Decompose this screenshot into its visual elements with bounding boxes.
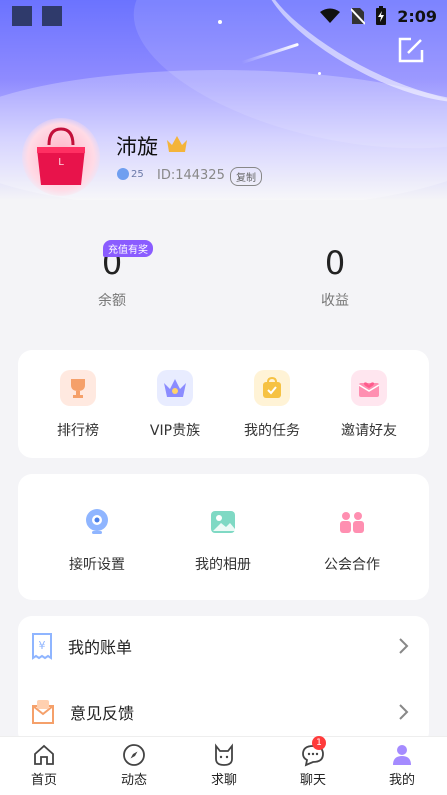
nav-chat-label: 聊天 <box>299 773 326 788</box>
user-id: ID:144325 <box>157 168 225 183</box>
bill-icon: ¥ <box>32 633 52 660</box>
answer-settings-label: 接听设置 <box>69 557 125 573</box>
notification-icon <box>12 6 32 26</box>
edit-icon <box>398 37 424 63</box>
trophy-icon <box>60 370 96 406</box>
user-name: 沛旋 <box>116 135 158 159</box>
battery-charging-icon <box>376 6 387 25</box>
level-badge: 25 <box>117 168 144 180</box>
ranking-label: 排行榜 <box>57 423 99 439</box>
bottom-navigation: 首页 动态 求聊 聊天 我的 <box>0 736 447 795</box>
edit-profile-button[interactable] <box>397 36 425 64</box>
nav-home-label: 首页 <box>30 773 57 788</box>
feedback-label: 意见反馈 <box>70 704 135 723</box>
svg-text:¥: ¥ <box>39 639 46 652</box>
guild-cooperation-label: 公会合作 <box>324 557 380 573</box>
notification-icon <box>42 6 62 26</box>
handbag-avatar-icon: L <box>37 127 85 185</box>
task-bag-icon <box>254 370 290 406</box>
my-bill-row[interactable]: ¥ 我的账单 <box>30 626 420 666</box>
vip-button[interactable]: VIP贵族 <box>135 370 215 440</box>
camera-icon <box>79 504 115 540</box>
my-album-label: 我的相册 <box>195 557 251 573</box>
home-icon <box>34 744 54 765</box>
my-album-button[interactable]: 我的相册 <box>178 504 268 574</box>
services-card: 接听设置 我的相册 公会合作 <box>18 474 429 600</box>
no-sim-icon <box>351 8 366 25</box>
wifi-icon <box>320 8 341 23</box>
compass-icon <box>123 744 145 766</box>
income-stat[interactable]: 0 收益 <box>275 244 395 310</box>
star-decor <box>318 72 321 75</box>
level-icon <box>117 168 129 180</box>
invite-friends-label: 邀请好友 <box>341 423 397 439</box>
chat-unread-badge: 1 <box>312 736 326 750</box>
level-value: 25 <box>131 168 144 180</box>
my-tasks-button[interactable]: 我的任务 <box>232 370 312 440</box>
person-icon <box>393 745 411 765</box>
answer-settings-button[interactable]: 接听设置 <box>52 504 142 574</box>
nav-moments-label: 动态 <box>120 773 147 788</box>
nav-mine[interactable]: 我的 <box>372 743 432 788</box>
avatar[interactable]: L <box>22 118 100 196</box>
chevron-right-icon <box>399 704 409 720</box>
ranking-button[interactable]: 排行榜 <box>38 370 118 440</box>
svg-text:L: L <box>58 157 64 168</box>
status-time: 2:09 <box>397 6 437 26</box>
nav-seek-chat[interactable]: 求聊 <box>194 743 254 788</box>
crown-icon <box>157 370 193 406</box>
vip-label: VIP贵族 <box>149 423 201 439</box>
nav-home[interactable]: 首页 <box>14 743 74 788</box>
balance-label: 余额 <box>98 293 126 309</box>
feedback-icon <box>32 700 54 724</box>
nav-chat[interactable]: 聊天 <box>283 743 343 788</box>
my-tasks-label: 我的任务 <box>244 423 300 439</box>
income-label: 收益 <box>321 293 349 309</box>
chevron-right-icon <box>399 638 409 654</box>
crown-icon <box>167 136 187 152</box>
status-bar: 2:09 <box>0 0 447 32</box>
nav-moments[interactable]: 动态 <box>104 743 164 788</box>
invite-mail-icon <box>351 370 387 406</box>
feedback-row[interactable]: 意见反馈 <box>30 692 420 732</box>
guild-cooperation-button[interactable]: 公会合作 <box>307 504 397 574</box>
copy-id-button[interactable]: 复制 <box>230 167 262 186</box>
income-value: 0 <box>324 244 346 282</box>
cat-icon <box>215 743 233 766</box>
invite-friends-button[interactable]: 邀请好友 <box>329 370 409 440</box>
quick-actions-card: 排行榜 VIP贵族 我的任务 邀请好友 <box>18 350 429 458</box>
recharge-bonus-badge: 充值有奖 <box>103 240 153 257</box>
nav-seek-chat-label: 求聊 <box>210 773 237 788</box>
my-bill-label: 我的账单 <box>68 638 133 657</box>
album-icon <box>205 504 241 540</box>
guild-icon <box>334 504 370 540</box>
nav-mine-label: 我的 <box>388 773 415 788</box>
